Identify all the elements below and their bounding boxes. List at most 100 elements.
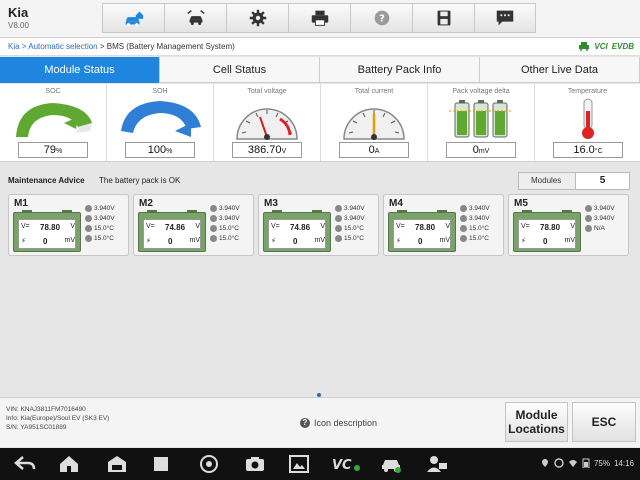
vehicle-connected-icon xyxy=(579,42,590,51)
help-button[interactable]: ? xyxy=(350,3,412,33)
breadcrumb-link-make[interactable]: Kia xyxy=(8,42,20,51)
gauge-label: Temperature xyxy=(567,88,608,95)
module-stat: 3.940V xyxy=(460,203,490,213)
delta-symbol: ⚡ xyxy=(521,238,526,245)
module-battery-icon: V= 74.86 V ⚡ 0 mV xyxy=(138,210,206,252)
voltage-unit: V xyxy=(320,223,325,230)
module-list: M1 V= 78.80 V ⚡ 0 mV 3.940V 3.940V 15.0°C 15.0°… xyxy=(8,194,629,256)
tab-module-status[interactable]: Module Status xyxy=(0,57,160,83)
total-current-value: 0A xyxy=(339,142,409,158)
message-button[interactable] xyxy=(474,3,536,33)
stat-icon xyxy=(460,214,467,222)
temperature-value: 16.0°C xyxy=(553,142,623,158)
vehicle-swap-button[interactable] xyxy=(164,3,226,33)
module-card-m4[interactable]: M4 V= 78.80 V ⚡ 0 mV 3.940V 3.940V 15.0°C 15.0°… xyxy=(383,194,504,256)
garage-nav-button[interactable] xyxy=(104,454,130,474)
stat-icon xyxy=(210,214,217,222)
stat-icon xyxy=(85,204,92,212)
car-icon xyxy=(382,460,401,473)
pack-voltage-delta-unit: mV xyxy=(478,148,490,155)
module-card-m3[interactable]: M3 V= 74.86 V ⚡ 0 mV 3.940V 3.940V 15.0°C 15.0°… xyxy=(258,194,379,256)
remote-expert-nav-button[interactable] xyxy=(424,454,450,474)
tab-cell-status[interactable]: Cell Status xyxy=(160,57,320,83)
recent-apps-button[interactable] xyxy=(148,454,174,474)
module-stat-value: 3.940V xyxy=(594,214,615,222)
browser-nav-button[interactable] xyxy=(196,454,222,474)
temperature-unit: °C xyxy=(594,148,603,155)
module-readout: V= 74.86 V ⚡ 0 mV xyxy=(268,219,326,249)
sync-icon xyxy=(554,458,564,468)
save-button[interactable] xyxy=(412,3,474,33)
camera-icon xyxy=(246,457,264,471)
breadcrumb-link-selection[interactable]: Automatic selection xyxy=(28,42,97,51)
module-title: M4 xyxy=(389,198,403,209)
module-stat-value: 3.940V xyxy=(469,214,490,222)
module-voltage: 74.86 xyxy=(165,223,186,232)
soc-unit: % xyxy=(56,148,63,155)
clock: 14:16 xyxy=(613,458,634,468)
chrome-icon xyxy=(200,455,218,473)
vehicle-nav-button[interactable] xyxy=(378,454,404,474)
settings-button[interactable] xyxy=(226,3,288,33)
temperature-gauge: Temperature 16.0°C xyxy=(535,84,640,161)
print-button[interactable] xyxy=(288,3,350,33)
delta-symbol: ⚡ xyxy=(146,238,151,245)
soc-value: 79% xyxy=(18,142,88,158)
module-readout: V= 78.80 V ⚡ 0 mV xyxy=(18,219,76,249)
system-nav-bar: VC 75% 14:16 xyxy=(0,448,640,480)
brand: Kia V8.00 xyxy=(8,5,29,30)
module-stat-value: 15.0°C xyxy=(94,224,114,232)
home-nav-button[interactable] xyxy=(56,454,82,474)
module-delta: 0 xyxy=(167,237,173,246)
wifi-icon xyxy=(568,460,577,467)
module-stat-value: 15.0°C xyxy=(469,224,489,232)
soc-gauge: SOC 79% xyxy=(0,84,107,161)
icon-description-button[interactable]: ? Icon description xyxy=(300,418,377,428)
module-stats: 3.940V 3.940V 15.0°C 15.0°C xyxy=(85,203,115,243)
toolbar: ? xyxy=(102,3,536,33)
soh-unit: % xyxy=(166,148,173,155)
pack-voltage-delta-gauge: Pack voltage delta 0mV xyxy=(428,84,535,161)
battery-terminal xyxy=(522,210,532,213)
voltage-unit: V xyxy=(570,223,575,230)
module-stat-value: 15.0°C xyxy=(94,234,114,242)
vehicle-swap-icon xyxy=(186,10,205,25)
module-stat-value: N/A xyxy=(594,224,605,232)
modules-count: Modules 5 xyxy=(518,172,630,190)
home-button[interactable] xyxy=(102,3,164,33)
app-version: V8.00 xyxy=(8,21,29,30)
evdb-status: EVDB xyxy=(611,41,634,51)
tab-other-live-data[interactable]: Other Live Data xyxy=(480,57,640,83)
module-stat-value: 3.940V xyxy=(219,204,240,212)
module-battery-icon: V= 78.80 V ⚡ 0 mV xyxy=(13,210,81,252)
voltage-unit: V xyxy=(445,223,450,230)
stat-icon xyxy=(85,234,92,242)
battery-terminal xyxy=(62,210,72,213)
module-stat-value: 3.940V xyxy=(469,204,490,212)
module-card-m2[interactable]: M2 V= 74.86 V ⚡ 0 mV 3.940V 3.940V 15.0°C 15.0°… xyxy=(133,194,254,256)
camera-nav-button[interactable] xyxy=(242,454,268,474)
module-stat-value: 3.940V xyxy=(344,204,365,212)
esc-button[interactable]: ESC xyxy=(572,402,636,442)
module-stat: 15.0°C xyxy=(335,233,365,243)
module-stat-value: 3.940V xyxy=(594,204,615,212)
module-locations-button[interactable]: Module Locations xyxy=(505,402,568,442)
breadcrumb: Kia > Automatic selection > BMS (Battery… xyxy=(0,38,640,56)
vci-nav-button[interactable]: VC xyxy=(330,454,362,474)
total-voltage-gauge: Total voltage 386.70V xyxy=(214,84,321,161)
tab-battery-pack-info[interactable]: Battery Pack Info xyxy=(320,57,480,83)
module-stat-value: 3.940V xyxy=(344,214,365,222)
back-button[interactable] xyxy=(12,454,38,474)
module-stat: 15.0°C xyxy=(85,223,115,233)
screenshot-nav-button[interactable] xyxy=(286,454,312,474)
gauge-label: Total voltage xyxy=(247,88,287,95)
stat-icon xyxy=(335,224,342,232)
soh-number: 100 xyxy=(147,144,167,156)
module-card-m1[interactable]: M1 V= 78.80 V ⚡ 0 mV 3.940V 3.940V 15.0°C 15.0°… xyxy=(8,194,129,256)
module-card-m5[interactable]: M5 V= 78.80 V ⚡ 0 mV 3.940V 3.940V N/A xyxy=(508,194,629,256)
soc-arc-icon xyxy=(16,103,92,137)
svg-text:?: ? xyxy=(379,14,385,25)
battery-terminal xyxy=(147,210,157,213)
garage-icon xyxy=(108,456,126,472)
module-stat-value: 15.0°C xyxy=(469,234,489,242)
